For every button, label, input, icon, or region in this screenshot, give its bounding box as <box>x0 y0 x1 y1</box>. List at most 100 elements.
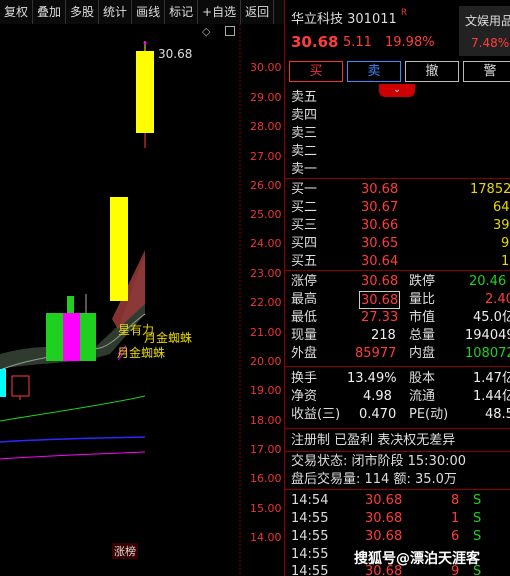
inner-vol-label: 内盘 <box>409 346 436 361</box>
inner-vol-value: 108072 <box>465 346 510 361</box>
ask-5-label: 卖五 <box>291 90 318 105</box>
bid-4-vol: 9 <box>501 236 510 251</box>
bid-1-label: 买一 <box>291 182 318 197</box>
current-vol-label: 现量 <box>291 328 318 343</box>
price-tick: 20.00 <box>250 355 282 368</box>
stock-name-text: 华立科技 301011 <box>291 12 397 27</box>
trade-status: 交易状态: 闭市阶段 15:30:00 <box>291 454 467 469</box>
low-value: 27.33 <box>361 310 399 325</box>
candle-small-red <box>11 375 30 397</box>
turnover-value: 13.49% <box>347 371 397 386</box>
cancel-order-button[interactable]: 撤 <box>405 61 459 82</box>
toolbar-multi-stock-button[interactable]: 多股 <box>66 0 100 24</box>
after-hours-volume: 盘后交易量: 114 额: 35.0万 <box>291 472 457 487</box>
net-assets-label: 净资 <box>291 389 318 404</box>
r-badge: R <box>400 8 408 18</box>
total-vol-value: 194049 <box>465 328 510 343</box>
zhang-bang-tag[interactable]: 涨榜 <box>112 543 138 559</box>
price-tick: 25.00 <box>250 208 282 221</box>
bid-4-label: 买四 <box>291 236 318 251</box>
tick-price: 30.68 <box>365 493 403 508</box>
price-tick: 23.00 <box>250 267 282 280</box>
bid-2-label: 买二 <box>291 200 318 215</box>
stats2-divider <box>285 366 510 367</box>
float-label: 流通 <box>409 389 436 404</box>
status-divider <box>285 451 510 452</box>
high-value: 30.68 <box>359 291 401 309</box>
ask-2-label: 卖二 <box>291 144 318 159</box>
toolbar-add-watchlist-button[interactable]: +自选 <box>198 0 242 24</box>
share-capital-label: 股本 <box>409 371 436 386</box>
registration-info: 注册制 已盈利 表决权无差异 <box>291 433 456 448</box>
share-capital-value: 1.47亿 <box>473 371 510 386</box>
price-tick: 14.00 <box>250 531 282 544</box>
window-toggle-icon[interactable] <box>225 26 235 36</box>
bid-1-vol: 17852 <box>470 182 510 197</box>
candle-magenta <box>63 313 80 361</box>
sell-button[interactable]: 卖 <box>347 61 401 82</box>
expand-chevron-icon[interactable]: ⌄ <box>379 84 415 97</box>
price-tick: 27.00 <box>250 150 282 163</box>
tick-time: 14:54 <box>291 493 329 508</box>
kline-chart[interactable]: ◇ 30.68 30.00 29.00 28.00 27.00 26.00 25… <box>0 24 284 576</box>
bid-3-price[interactable]: 30.66 <box>361 217 398 235</box>
sector-box[interactable]: 文娱用品 7.48% <box>459 6 510 56</box>
price-tick: 22.00 <box>250 296 282 309</box>
bid-3-vol: 39 <box>493 218 510 233</box>
low-label: 最低 <box>291 310 318 325</box>
tick-time: 14:55 <box>291 529 329 544</box>
bid-2-price[interactable]: 30.67 <box>361 199 398 217</box>
stats-divider <box>285 270 510 271</box>
bid-5-label: 买五 <box>291 254 318 269</box>
sector-name: 文娱用品 <box>465 14 510 28</box>
toolbar-mark-button[interactable]: 标记 <box>165 0 199 24</box>
tick-side: S <box>473 511 482 526</box>
limit-down-label: 跌停 <box>409 274 436 289</box>
price-tick: 19.00 <box>250 384 282 397</box>
tick-side: S <box>473 529 482 544</box>
pe-value: 48.5 <box>485 407 510 422</box>
price-tick: 15.00 <box>250 502 282 515</box>
turnover-label: 换手 <box>291 371 318 386</box>
tick-time: 14:55 <box>291 547 329 562</box>
diamond-icon[interactable]: ◇ <box>202 25 210 38</box>
bid-1-price[interactable]: 30.68 <box>361 181 398 199</box>
toolbar-stats-button[interactable]: 统计 <box>99 0 133 24</box>
ma-line-blue <box>0 436 146 443</box>
price-tick: 16.00 <box>250 472 282 485</box>
toolbar-fuquan-button[interactable]: 复权 <box>0 0 34 24</box>
candle-yellow-1 <box>110 197 128 301</box>
buy-button[interactable]: 买 <box>289 61 343 82</box>
toolbar-overlay-button[interactable]: 叠加 <box>33 0 67 24</box>
sector-pct: 7.48% <box>471 36 510 50</box>
price-change-pct: 19.98% <box>385 35 435 50</box>
ma-line-magenta <box>0 451 146 460</box>
current-price: 30.68 <box>291 33 339 51</box>
high-price-label: 30.68 <box>158 47 193 61</box>
price-tick: 30.00 <box>250 61 282 74</box>
signal-yue-jin-zhi-zhu-2: 月金蜘蛛 <box>117 346 166 360</box>
chart-toolbar: 复权 叠加 多股 统计 画线 标记 +自选 返回 <box>0 0 284 24</box>
toolbar-back-button[interactable]: 返回 <box>241 0 275 24</box>
candle-yellow-2 <box>136 51 154 133</box>
price-tick: 18.00 <box>250 414 282 427</box>
limit-down-value: 20.46 <box>469 274 507 289</box>
outer-vol-value: 85977 <box>355 346 397 361</box>
eps-value: 0.470 <box>359 407 397 422</box>
ma-line-green <box>0 395 146 422</box>
alert-button[interactable]: 警 <box>463 61 510 82</box>
ask-4-label: 卖四 <box>291 108 318 123</box>
bid-4-price[interactable]: 30.65 <box>361 235 398 253</box>
price-tick: 24.00 <box>250 237 282 250</box>
trade-buttons: 买 卖 撤 警 <box>289 61 510 83</box>
market-cap-value: 45.0亿 <box>473 310 510 325</box>
toolbar-draw-line-button[interactable]: 画线 <box>132 0 166 24</box>
price-tick: 26.00 <box>250 179 282 192</box>
volume-ratio-label: 量比 <box>409 292 436 307</box>
limit-up-value: 30.68 <box>361 274 399 289</box>
limit-up-label: 涨停 <box>291 274 318 289</box>
bid-5-price[interactable]: 30.64 <box>361 253 398 271</box>
eps-label: 收益(三) <box>291 407 341 422</box>
bid-3-label: 买三 <box>291 218 318 233</box>
price-tick: 29.00 <box>250 91 282 104</box>
